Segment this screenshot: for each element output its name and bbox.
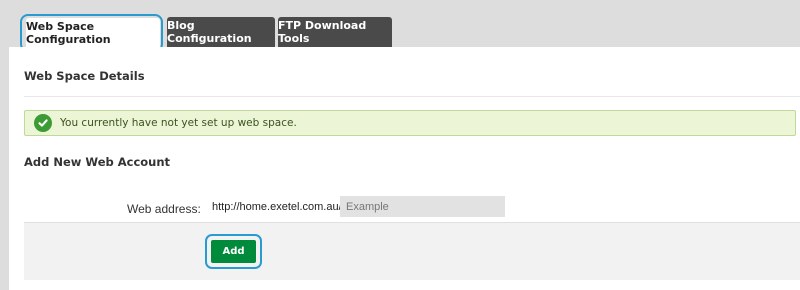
form-actions-bar: [24, 222, 800, 280]
tab-ftp-download-tools[interactable]: FTP Download Tools: [278, 17, 392, 47]
tab-label: Blog Configuration: [167, 19, 252, 45]
tab-label: Web Space Configuration: [26, 20, 111, 46]
tab-label: FTP Download Tools: [278, 19, 367, 45]
add-button[interactable]: Add: [211, 240, 256, 263]
tab-blog-configuration[interactable]: Blog Configuration: [167, 17, 275, 47]
check-circle-icon: [34, 114, 52, 132]
tab-web-space-configuration[interactable]: Web Space Configuration: [26, 18, 160, 48]
web-address-prefix: http://home.exetel.com.au/: [212, 201, 342, 213]
web-space-details-title: Web Space Details: [24, 69, 145, 83]
status-notice: You currently have not yet set up web sp…: [24, 110, 796, 136]
web-address-input[interactable]: [340, 196, 505, 217]
notice-message: You currently have not yet set up web sp…: [60, 117, 297, 129]
section-divider: [24, 96, 800, 97]
web-address-label: Web address:: [127, 202, 201, 216]
add-new-web-account-title: Add New Web Account: [24, 155, 171, 169]
